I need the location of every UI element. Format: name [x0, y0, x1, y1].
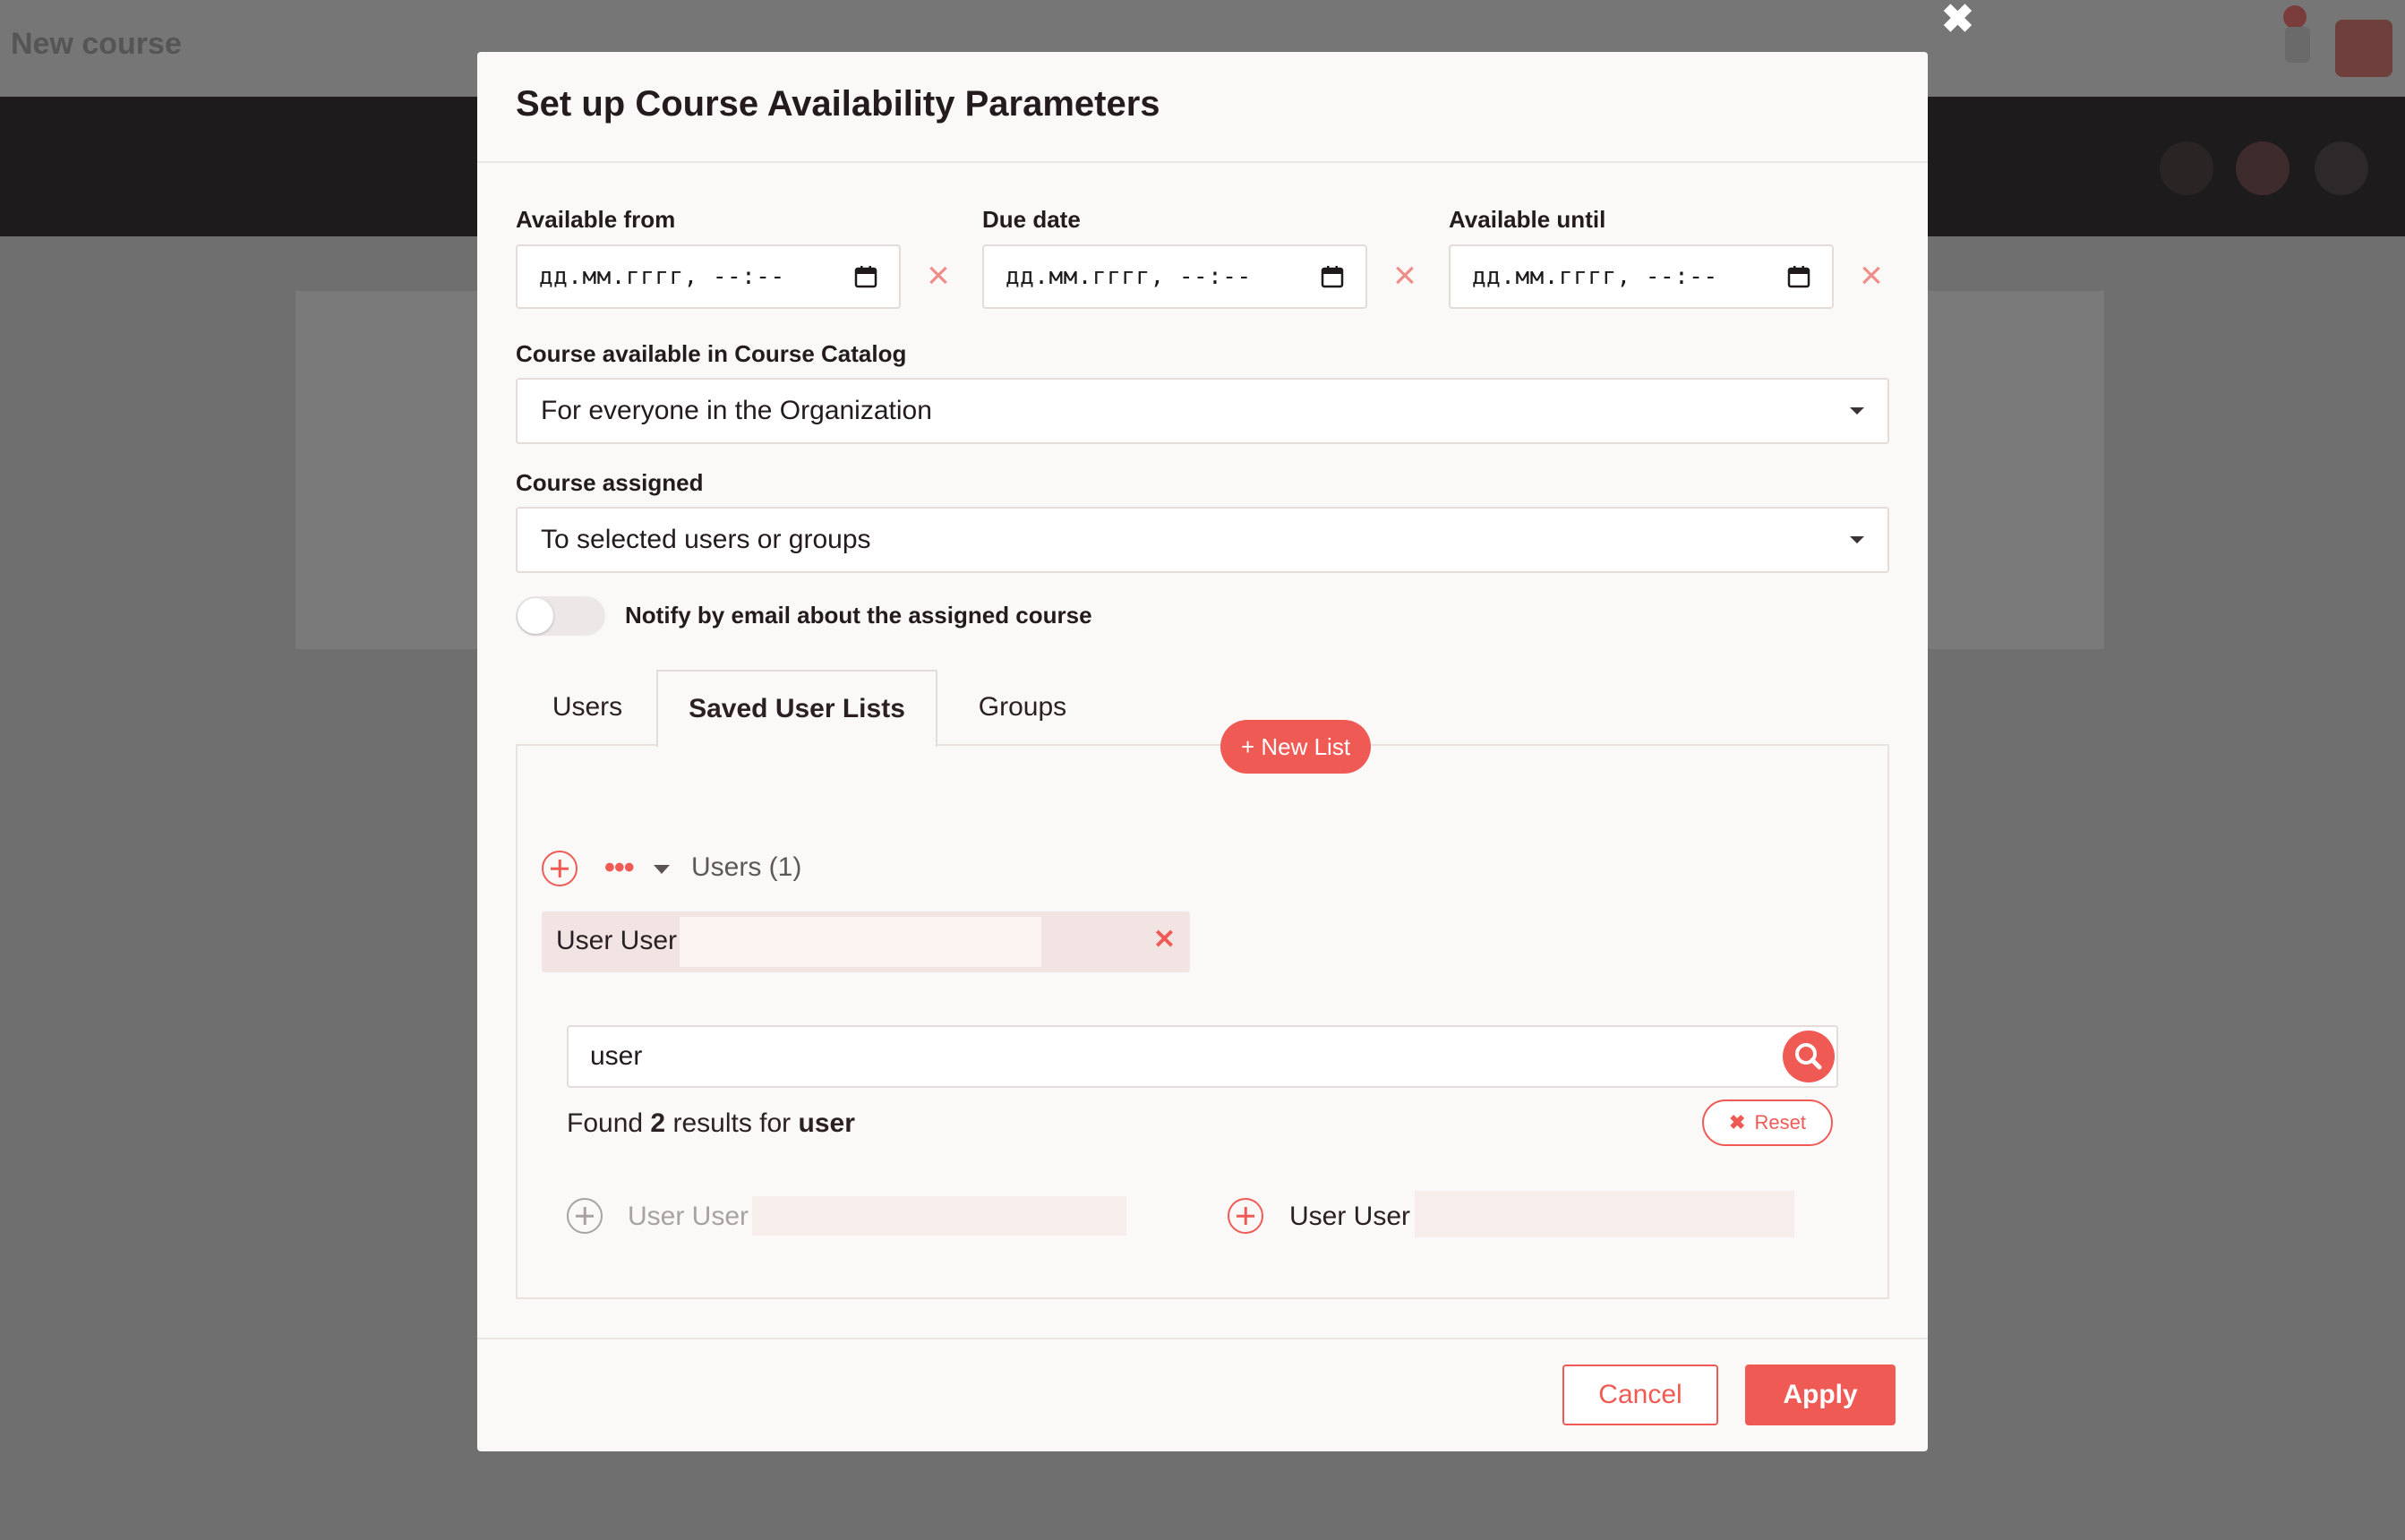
- list-group-title: Users (1): [691, 852, 802, 882]
- found-prefix: Found: [567, 1108, 644, 1138]
- reset-button[interactable]: ✖ Reset: [1702, 1099, 1833, 1146]
- found-middle: results for: [672, 1108, 792, 1138]
- calendar-icon[interactable]: [1787, 265, 1810, 288]
- due-date-placeholder: дд.мм.гггг, --:--: [1006, 263, 1252, 290]
- catalog-select-value: For everyone in the Organization: [541, 396, 932, 425]
- available-until-input[interactable]: дд.мм.гггг, --:--: [1449, 244, 1834, 309]
- assigned-label: Course assigned: [516, 469, 704, 496]
- list-user-chip: User User ✕: [542, 911, 1190, 972]
- course-availability-modal: Set up Course Availability Parameters Av…: [477, 52, 1928, 1451]
- search-icon[interactable]: [1783, 1031, 1835, 1082]
- due-date-label: Due date: [982, 206, 1081, 233]
- assignment-tabs: Users Saved User Lists Groups: [516, 670, 1889, 747]
- available-from-placeholder: дд.мм.гггг, --:--: [539, 263, 785, 290]
- more-options-icon[interactable]: •••: [604, 851, 635, 886]
- catalog-label: Course available in Course Catalog: [516, 340, 907, 367]
- new-list-button[interactable]: + New List: [1220, 720, 1371, 774]
- clear-available-from-icon[interactable]: ×: [920, 256, 956, 295]
- chip-user-name: User User: [556, 926, 678, 955]
- result-redacted-field: [752, 1196, 1126, 1236]
- tab-groups[interactable]: Groups: [937, 670, 1108, 745]
- calendar-icon[interactable]: [854, 265, 877, 288]
- apply-button[interactable]: Apply: [1745, 1365, 1896, 1425]
- available-from-input[interactable]: дд.мм.гггг, --:--: [516, 244, 901, 309]
- assigned-select-value: To selected users or groups: [541, 525, 871, 554]
- chevron-down-icon[interactable]: [654, 865, 670, 874]
- result-redacted-field: [1415, 1191, 1794, 1237]
- chevron-down-icon: [1850, 536, 1864, 543]
- nav-circle-icon: [2236, 141, 2289, 195]
- remove-user-icon[interactable]: ✕: [1153, 924, 1176, 955]
- search-input-value: user: [590, 1041, 643, 1071]
- due-date-input[interactable]: дд.мм.гггг, --:--: [982, 244, 1367, 309]
- notify-email-toggle[interactable]: [516, 596, 605, 636]
- available-from-label: Available from: [516, 206, 676, 233]
- reset-label: Reset: [1754, 1111, 1806, 1134]
- result-user-name: User User: [1289, 1202, 1411, 1231]
- calendar-icon[interactable]: [1321, 265, 1344, 288]
- available-until-placeholder: дд.мм.гггг, --:--: [1472, 263, 1718, 290]
- close-icon[interactable]: ✖: [1941, 0, 1974, 39]
- tab-saved-user-lists[interactable]: Saved User Lists: [656, 670, 937, 747]
- avatar: [2335, 20, 2392, 77]
- chevron-down-icon: [1850, 407, 1864, 415]
- add-result-icon[interactable]: [567, 1198, 603, 1234]
- tab-users[interactable]: Users: [516, 670, 659, 745]
- close-icon: ✖: [1729, 1111, 1746, 1134]
- available-until-label: Available until: [1449, 206, 1606, 233]
- nav-circle-icon: [2315, 141, 2368, 195]
- cancel-button[interactable]: Cancel: [1562, 1365, 1718, 1425]
- add-result-icon[interactable]: [1228, 1198, 1263, 1234]
- modal-title: Set up Course Availability Parameters: [516, 84, 1160, 124]
- page-title: New course: [11, 27, 182, 61]
- toggle-knob: [518, 598, 553, 634]
- bell-icon: [2285, 27, 2310, 63]
- catalog-select[interactable]: For everyone in the Organization: [516, 378, 1889, 444]
- modal-footer-divider: [477, 1338, 1928, 1339]
- assigned-select[interactable]: To selected users or groups: [516, 507, 1889, 573]
- found-count: 2: [650, 1108, 666, 1138]
- add-to-list-icon[interactable]: [542, 851, 578, 886]
- notify-email-label: Notify by email about the assigned cours…: [625, 602, 1092, 629]
- found-query: user: [798, 1108, 855, 1138]
- search-results-summary: Found 2 results for user: [567, 1108, 855, 1139]
- result-user-name: User User: [628, 1202, 749, 1231]
- notification-badge: [2283, 5, 2307, 29]
- clear-due-date-icon[interactable]: ×: [1387, 256, 1423, 295]
- user-search-input[interactable]: user: [567, 1025, 1838, 1088]
- chip-redacted-field: [680, 917, 1041, 967]
- nav-circle-icon: [2160, 141, 2213, 195]
- clear-available-until-icon[interactable]: ×: [1853, 256, 1889, 295]
- modal-header: Set up Course Availability Parameters: [477, 52, 1928, 163]
